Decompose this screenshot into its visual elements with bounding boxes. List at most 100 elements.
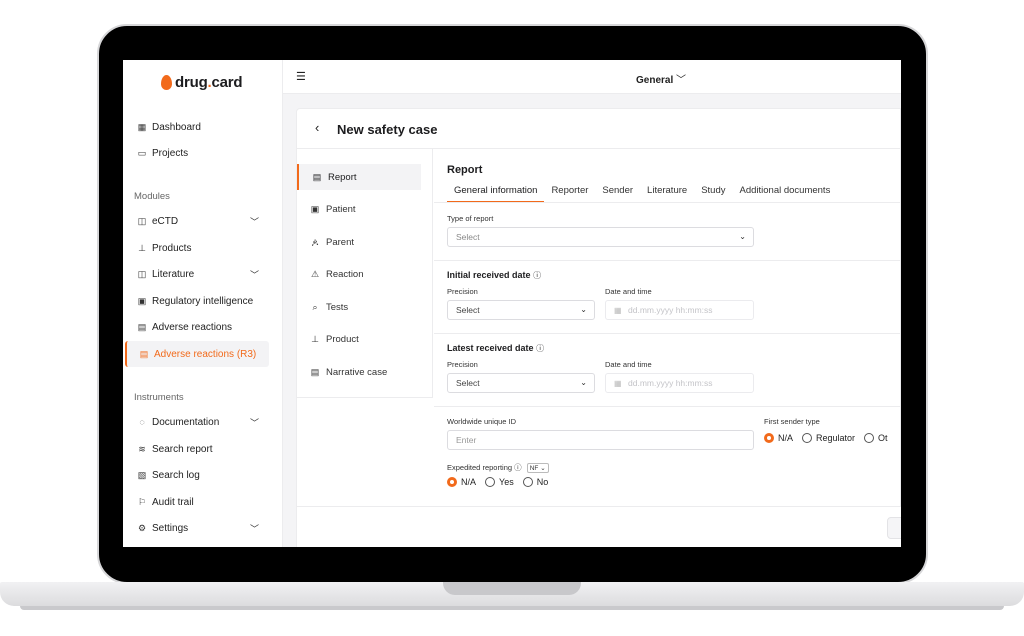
case-nav-patient[interactable]: ▣ Patient xyxy=(297,196,421,222)
case-nav-label: Narrative case xyxy=(326,366,388,378)
type-of-report-select[interactable]: Select ⌄ xyxy=(447,227,754,247)
first-sender-na-radio[interactable]: N/A xyxy=(764,433,793,443)
worldwide-id-placeholder: Enter xyxy=(456,435,477,445)
initial-datetime-placeholder: dd.mm.yyyy hh:mm:ss xyxy=(628,305,713,315)
sidebar-item-documentation[interactable]: ◌ Documentation ﹀ xyxy=(125,409,269,435)
first-sender-type-radios: N/A Regulator Ot xyxy=(764,433,888,443)
gear-icon: ⚙ xyxy=(137,522,147,533)
sidebar-item-label: Documentation xyxy=(152,416,220,428)
case-nav-product[interactable]: ⊥ Product xyxy=(297,326,421,352)
chevron-down-icon: ﹀ xyxy=(249,270,259,280)
sidebar-item-label: Search report xyxy=(152,443,213,455)
workspace-selector[interactable]: General ﹀ xyxy=(636,71,686,86)
initial-precision-select[interactable]: Select ⌄ xyxy=(447,300,595,320)
sidebar-item-products[interactable]: ⊥ Products xyxy=(125,235,269,261)
worldwide-id-input[interactable]: Enter xyxy=(447,430,754,450)
radio-label: No xyxy=(536,477,549,487)
sidebar-item-label: Dashboard xyxy=(152,121,201,133)
sidebar-item-search-report[interactable]: ≋ Search report xyxy=(125,436,269,462)
chevron-down-icon: ﹀ xyxy=(676,75,687,86)
tab-additional-documents[interactable]: Additional documents xyxy=(732,185,837,203)
latest-precision-select[interactable]: Select ⌄ xyxy=(447,373,595,393)
info-icon: ⓘ xyxy=(514,463,522,472)
tab-literature[interactable]: Literature xyxy=(640,185,694,203)
latest-received-date-title: Latest received date ⓘ xyxy=(447,343,545,353)
case-nav-label: Product xyxy=(326,333,359,345)
expedited-na-radio[interactable]: N/A xyxy=(447,477,476,487)
logo-text: drug.card xyxy=(175,74,243,91)
sidebar-item-label: Settings xyxy=(152,522,189,534)
divider xyxy=(434,260,901,261)
radio-dot xyxy=(485,477,496,487)
instruments-heading: Instruments xyxy=(134,392,184,403)
grid-icon: ▦ xyxy=(137,121,147,132)
sidebar-item-label: Products xyxy=(152,242,192,254)
topbar: ☰ General ﹀ xyxy=(283,60,901,94)
case-nav-label: Patient xyxy=(326,203,356,215)
tab-general-information[interactable]: General information xyxy=(447,185,545,203)
sidebar-item-search-log[interactable]: ▧ Search log xyxy=(125,462,269,488)
sidebar-item-audit-trail[interactable]: ⚐ Audit trail xyxy=(125,489,269,515)
chevron-down-icon: ﹀ xyxy=(249,524,259,534)
case-nav-parent[interactable]: ዾ Parent xyxy=(297,229,421,255)
divider xyxy=(434,333,901,334)
laptop-notch xyxy=(443,582,581,595)
layers-icon: ≋ xyxy=(138,443,146,454)
initial-precision-label: Precision xyxy=(447,287,478,296)
card-header: ‹ New safety case xyxy=(297,109,901,149)
flag-icon: ⚐ xyxy=(137,496,147,507)
chevron-down-icon: ⌄ xyxy=(580,378,587,387)
first-sender-regulator-radio[interactable]: Regulator xyxy=(802,433,855,443)
sidebar-item-literature[interactable]: ◫ Literature ﹀ xyxy=(125,261,269,287)
chevron-down-icon: ﹀ xyxy=(249,418,259,428)
sidebar-item-label: Projects xyxy=(152,147,189,159)
tab-sender[interactable]: Sender xyxy=(595,185,640,203)
report-title: Report xyxy=(447,164,483,176)
nf-select[interactable]: NF ⌄ xyxy=(526,463,549,473)
case-nav-report[interactable]: ▤ Report xyxy=(297,164,421,190)
radio-dot xyxy=(764,433,774,443)
sidebar-item-adverse-reactions-r3[interactable]: ▤ Adverse reactions (R3) xyxy=(125,341,269,367)
initial-datetime-input[interactable]: ▦ dd.mm.yyyy hh:mm:ss xyxy=(605,300,754,320)
logo[interactable]: drug.card xyxy=(161,74,243,91)
sidebar-item-ectd[interactable]: ◫ eCTD ﹀ xyxy=(125,208,269,234)
latest-datetime-label: Date and time xyxy=(605,360,652,369)
hamburger-icon[interactable]: ☰ xyxy=(296,70,306,83)
first-sender-other-radio[interactable]: Ot xyxy=(864,433,888,443)
report-form: Report General information Reporter Send… xyxy=(434,149,901,506)
sidebar-item-label: Adverse reactions xyxy=(152,321,233,333)
back-button[interactable]: ‹ xyxy=(315,120,319,135)
sidebar-item-regulatory-intelligence[interactable]: ▣ Regulatory intelligence xyxy=(125,288,269,314)
sidebar-item-settings[interactable]: ⚙ Settings ﹀ xyxy=(125,515,269,541)
radio-label: Yes xyxy=(499,477,514,487)
footer-action-button[interactable] xyxy=(887,517,901,539)
initial-datetime-label: Date and time xyxy=(605,287,652,296)
report-icon: ▤ xyxy=(312,171,322,182)
sidebar-item-label: Search log xyxy=(152,469,200,481)
case-nav-label: Tests xyxy=(326,301,349,313)
tabs-divider xyxy=(434,202,901,203)
chevron-down-icon: ﹀ xyxy=(249,217,259,227)
worldwide-id-label: Worldwide unique ID xyxy=(447,417,517,426)
document-icon: ▤ xyxy=(139,348,149,359)
expedited-no-radio[interactable]: No xyxy=(522,477,549,487)
latest-datetime-input[interactable]: ▦ dd.mm.yyyy hh:mm:ss xyxy=(605,373,754,393)
case-section-nav: ▤ Report ▣ Patient ዾ Parent ⚠ Reaction ⌕… xyxy=(297,149,433,398)
safety-case-card: ‹ New safety case ▤ Report ▣ Patient ዾ P… xyxy=(296,108,901,547)
tab-study[interactable]: Study xyxy=(694,185,732,203)
tab-reporter[interactable]: Reporter xyxy=(544,185,595,203)
flask-icon: ⊥ xyxy=(138,242,146,253)
sidebar-item-projects[interactable]: ▭ Projects xyxy=(125,140,269,166)
case-nav-reaction[interactable]: ⚠ Reaction xyxy=(297,261,421,287)
chevron-down-icon: ⌄ xyxy=(540,465,546,472)
sidebar-item-adverse-reactions[interactable]: ▤ Adverse reactions xyxy=(125,314,269,340)
sidebar-item-label: Literature xyxy=(152,268,195,280)
case-nav-tests[interactable]: ⌕ Tests xyxy=(297,294,421,320)
expedited-yes-radio[interactable]: Yes xyxy=(485,477,514,487)
document-icon: ▤ xyxy=(137,321,147,332)
case-nav-narrative-case[interactable]: ▤ Narrative case xyxy=(297,359,421,385)
parent-icon: ዾ xyxy=(311,236,319,247)
chevron-down-icon: ⌄ xyxy=(580,305,587,314)
log-icon: ▧ xyxy=(137,469,147,480)
sidebar-item-dashboard[interactable]: ▦ Dashboard xyxy=(125,114,269,140)
